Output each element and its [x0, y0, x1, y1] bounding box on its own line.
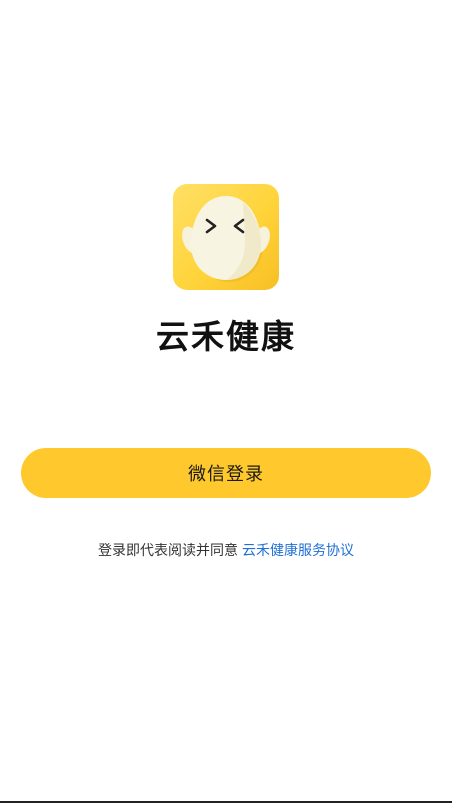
egg-mascot-icon [182, 196, 270, 282]
service-agreement-link[interactable]: 云禾健康服务协议 [242, 543, 354, 559]
wechat-login-button[interactable]: 微信登录 [21, 448, 431, 498]
agreement-notice: 登录即代表阅读并同意 云禾健康服务协议 [0, 540, 452, 562]
app-logo [173, 184, 279, 290]
app-name: 云禾健康 [156, 317, 296, 356]
agreement-prefix: 登录即代表阅读并同意 [98, 543, 238, 559]
wechat-login-label: 微信登录 [188, 464, 264, 484]
